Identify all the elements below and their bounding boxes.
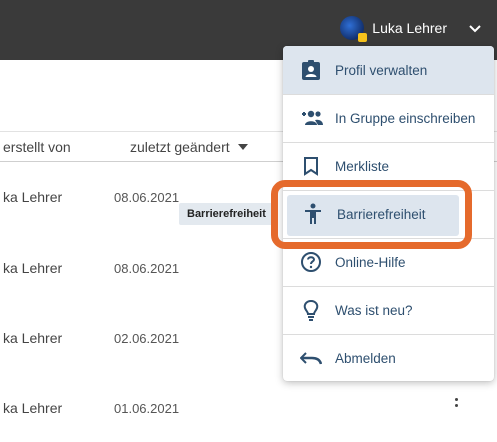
avatar <box>340 16 368 42</box>
help-circle-icon <box>299 250 323 274</box>
id-badge-icon <box>299 58 323 82</box>
column-last-modified[interactable]: zuletzt geändert <box>130 139 248 155</box>
user-menu-toggle[interactable]: Luka Lehrer <box>340 15 483 42</box>
menu-item-profile[interactable]: Profil verwalten <box>283 46 494 94</box>
highlight-callout <box>271 180 472 249</box>
user-name: Luka Lehrer <box>372 20 447 36</box>
column-created-by[interactable]: erstellt von <box>3 139 71 155</box>
chevron-down-icon[interactable] <box>467 20 483 36</box>
lightbulb-icon <box>299 298 323 322</box>
group-add-icon <box>299 106 323 130</box>
undo-icon <box>299 346 323 370</box>
table-row[interactable]: ka Lehrer 01.06.2021 <box>0 372 497 442</box>
menu-item-join-group[interactable]: In Gruppe einschreiben <box>283 94 494 142</box>
sort-desc-icon <box>237 144 248 150</box>
tooltip: Barrierefreiheit <box>179 203 274 225</box>
menu-item-logout[interactable]: Abmelden <box>283 334 494 382</box>
more-vert-icon[interactable] <box>455 398 458 410</box>
menu-item-whats-new[interactable]: Was ist neu? <box>283 286 494 334</box>
bookmark-icon <box>299 154 323 178</box>
